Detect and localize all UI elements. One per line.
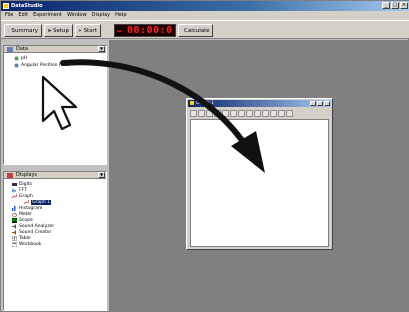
text-icon[interactable] [270, 109, 277, 117]
window-controls: _ □ × [382, 2, 408, 9]
scope-icon [12, 217, 17, 223]
clock-digits: 00:00:0 [127, 25, 173, 36]
calculate-button[interactable]: Calculate [178, 24, 213, 37]
select-icon[interactable] [198, 109, 205, 117]
graph-close-button[interactable] [324, 101, 330, 106]
display-item-label: Sound Creator [19, 229, 52, 235]
display-item-label: Table [19, 235, 31, 241]
chevron-down-icon[interactable] [254, 109, 261, 117]
maximize-button[interactable]: □ [391, 2, 399, 9]
calculator-icon[interactable] [238, 109, 245, 117]
graph-toolbar [188, 108, 331, 118]
digits-icon [12, 182, 17, 186]
display-item-label: Workbook [19, 241, 42, 247]
app-icon [3, 3, 9, 9]
display-item-workbook[interactable]: Workbook [12, 241, 41, 247]
menu-bar: File Edit Experiment Window Display Help [1, 11, 409, 20]
graph-window-title: Graph 1 [196, 101, 215, 106]
slope-icon[interactable] [222, 109, 229, 117]
data-pane: Data ▼ pH Angular Position (rad) [3, 45, 107, 165]
graph-icon [24, 199, 29, 204]
summary-label: Summary [11, 27, 38, 34]
menu-file[interactable]: File [5, 11, 13, 20]
fit-icon[interactable] [230, 109, 237, 117]
displays-pane-title: Displays [16, 172, 38, 178]
sensor-icon [14, 63, 19, 67]
summary-icon [8, 29, 10, 32]
graph-plot-area[interactable] [190, 119, 329, 247]
window-title: DataStudio [11, 3, 43, 9]
display-item-label: Sound Analyzer [19, 223, 55, 229]
table-icon [12, 235, 17, 241]
display-item-label: Digits [19, 181, 32, 187]
meter-icon [12, 212, 17, 217]
calculate-label: Calculate [184, 27, 210, 34]
play-icon [79, 29, 82, 32]
zoom-icon[interactable] [206, 109, 213, 117]
app-window: DataStudio _ □ × File Edit Experiment Wi… [0, 0, 409, 312]
sound-creator-icon [12, 229, 16, 235]
data-item-ph[interactable]: pH [14, 55, 27, 61]
setup-button[interactable]: Setup [44, 24, 73, 37]
display-item-label: Graph [19, 193, 33, 199]
data-icon [7, 47, 13, 52]
minimize-button[interactable]: _ [382, 2, 390, 9]
display-item-label: Meter [19, 211, 33, 217]
clock-led-label: ▪▪ [117, 28, 122, 33]
displays-pane-header[interactable]: Displays ▼ [4, 172, 106, 179]
data-item-label: Angular Position (rad) [21, 62, 70, 68]
sensor-icon [14, 56, 19, 60]
fft-icon [12, 187, 17, 193]
sound-analyzer-icon [12, 223, 16, 229]
elapsed-clock: ▪▪ 00:00:0 [114, 24, 176, 37]
title-bar[interactable]: DataStudio _ □ × [1, 1, 409, 11]
display-item-label: Histogram [19, 205, 43, 211]
annotation-icon[interactable] [262, 109, 269, 117]
graph-maximize-button[interactable] [317, 101, 323, 106]
close-button[interactable]: × [400, 2, 408, 9]
summary-button[interactable]: Summary [4, 24, 42, 37]
smart-tool-icon[interactable] [214, 109, 221, 117]
menu-display[interactable]: Display [92, 11, 110, 20]
data-pane-header[interactable]: Data ▼ [4, 46, 106, 53]
workbook-icon [12, 241, 17, 247]
delete-icon[interactable] [278, 109, 285, 117]
menu-experiment[interactable]: Experiment [33, 11, 62, 20]
display-item-label: Graph 1 [31, 199, 52, 205]
graph-window-icon [190, 101, 194, 105]
displays-icon [7, 173, 13, 178]
toolbar: Summary Setup Start ▪▪ 00:00:0 Calculate [1, 20, 409, 39]
data-item-label: pH [21, 55, 28, 61]
display-item-label: FFT [19, 187, 27, 193]
graph-icon [12, 193, 17, 198]
chevron-down-icon[interactable]: ▼ [98, 46, 105, 52]
menu-help[interactable]: Help [115, 11, 126, 20]
start-button[interactable]: Start [75, 24, 101, 37]
displays-pane: Displays ▼ Digits FFT Graph Graph 1 Hist… [3, 171, 107, 311]
settings-icon[interactable] [286, 109, 293, 117]
graph-minimize-button[interactable] [310, 101, 316, 106]
data-pane-title: Data [16, 46, 28, 52]
statistics-icon[interactable] [246, 109, 253, 117]
menu-edit[interactable]: Edit [18, 11, 28, 20]
graph-window[interactable]: Graph 1 [186, 98, 333, 250]
chevron-down-icon[interactable]: ▼ [98, 172, 105, 178]
menu-window[interactable]: Window [67, 11, 87, 20]
start-label: Start [83, 27, 97, 34]
data-item-angular-position[interactable]: Angular Position (rad) [14, 62, 70, 68]
setup-label: Setup [52, 27, 69, 34]
histogram-icon [12, 205, 16, 211]
graph-window-controls [310, 101, 330, 106]
scale-to-fit-icon[interactable] [190, 109, 197, 117]
setup-icon [48, 29, 51, 32]
display-item-label: Scope [19, 217, 33, 223]
graph-window-titlebar[interactable]: Graph 1 [188, 100, 331, 107]
